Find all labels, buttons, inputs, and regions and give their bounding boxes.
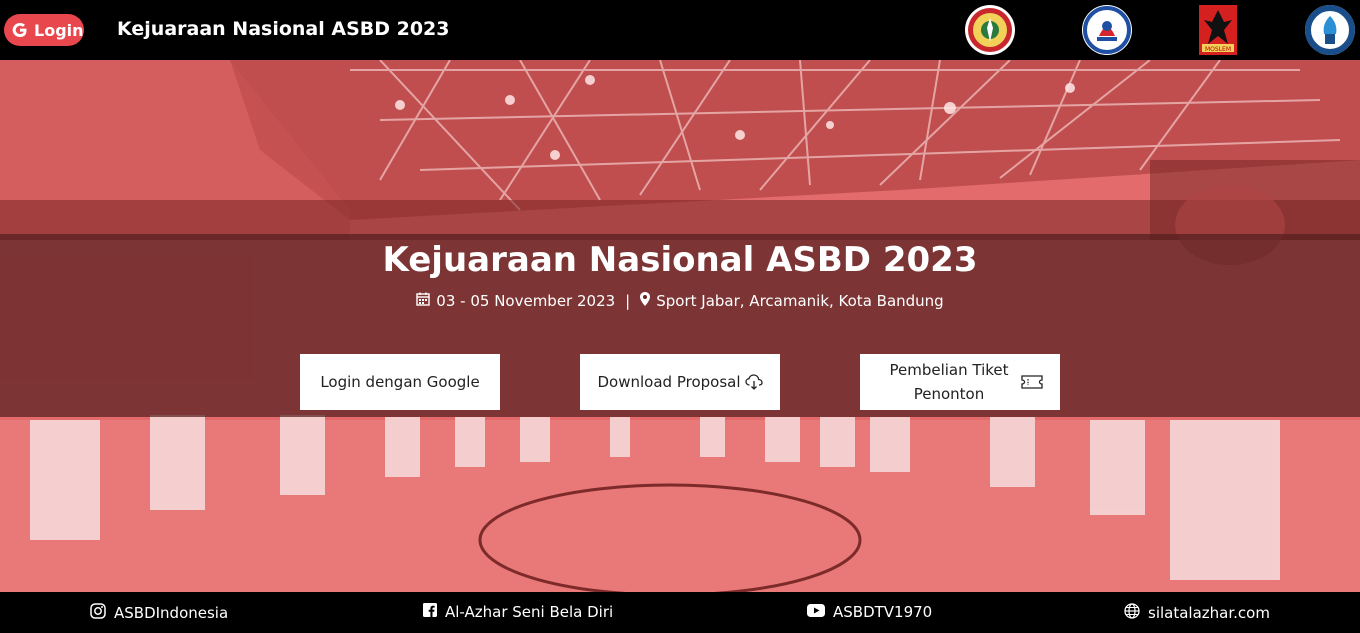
event-location: Sport Jabar, Arcamanik, Kota Bandung (656, 292, 944, 310)
buy-ticket-label-line1: Pembelian Tiket (889, 361, 1009, 379)
yayasan-pesantren-al-azhar-logo (1304, 4, 1356, 56)
kemenpora-logo (1081, 4, 1133, 56)
hero-section: Kejuaraan Nasional ASBD 2023 03 - 05 Nov… (0, 60, 1360, 592)
facebook-link[interactable]: Al-Azhar Seni Bela Diri (423, 603, 613, 621)
partner-logos: MOSLEM (960, 4, 1360, 56)
footer-social-bar: ASBDIndonesia Al-Azhar Seni Bela Diri AS… (0, 592, 1360, 633)
calendar-icon (416, 292, 430, 310)
site-title: Kejuaraan Nasional ASBD 2023 (117, 18, 450, 40)
instagram-icon (90, 603, 106, 623)
moslem-martial-arts-logo: MOSLEM (1198, 4, 1238, 56)
youtube-channel: ASBDTV1970 (833, 603, 933, 621)
google-icon (10, 20, 30, 40)
login-label: Login (34, 20, 84, 40)
ticket-icon (1020, 375, 1043, 389)
meta-separator: | (625, 292, 631, 310)
top-navbar: Login Kejuaraan Nasional ASBD 2023 MOSLE… (0, 0, 1360, 60)
google-login-button[interactable]: Login dengan Google (300, 354, 500, 410)
globe-icon (1124, 603, 1140, 623)
event-details: 03 - 05 November 2023 | Sport Jabar, Arc… (0, 292, 1360, 310)
buy-ticket-button[interactable]: Pembelian Tiket Penonton (860, 354, 1060, 410)
login-button[interactable]: Login (4, 14, 84, 46)
hero-title: Kejuaraan Nasional ASBD 2023 (382, 240, 978, 280)
download-proposal-label: Download Proposal (597, 373, 741, 391)
website-link[interactable]: silatalazhar.com (1124, 603, 1270, 623)
google-login-label: Login dengan Google (320, 373, 480, 391)
map-pin-icon (640, 292, 651, 310)
website-url: silatalazhar.com (1148, 604, 1270, 622)
youtube-link[interactable]: ASBDTV1970 (807, 603, 932, 621)
facebook-icon (423, 603, 437, 621)
svg-text:MOSLEM: MOSLEM (1205, 46, 1231, 53)
cloud-download-icon (744, 374, 763, 390)
ipsi-logo (964, 4, 1016, 56)
facebook-page: Al-Azhar Seni Bela Diri (445, 603, 614, 621)
instagram-link[interactable]: ASBDIndonesia (90, 603, 228, 623)
event-date: 03 - 05 November 2023 (436, 292, 616, 310)
instagram-handle: ASBDIndonesia (114, 604, 229, 622)
buy-ticket-label-line2: Penonton (913, 385, 985, 403)
download-proposal-button[interactable]: Download Proposal (580, 354, 780, 410)
buy-ticket-label: Pembelian Tiket Penonton (889, 358, 1008, 406)
youtube-icon (807, 603, 825, 621)
